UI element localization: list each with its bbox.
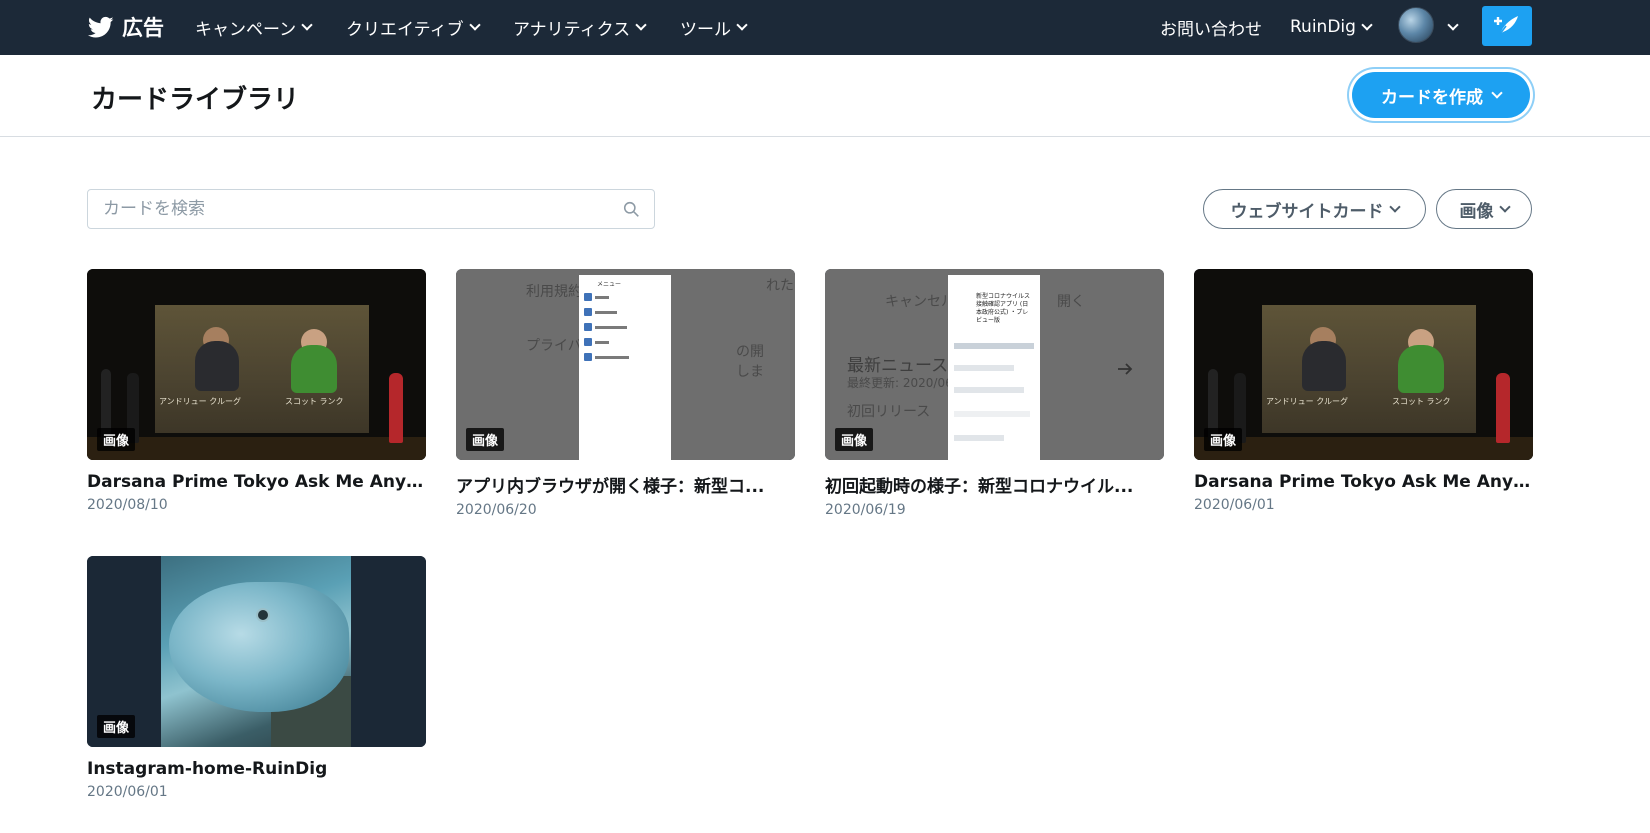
chevron-down-icon [1491, 87, 1503, 99]
feather-compose-icon [1494, 16, 1518, 35]
card-thumbnail[interactable]: 利用規約 プライバ れた の開 しま メニュー 画像 [456, 269, 795, 460]
avatar-menu-toggle[interactable] [1442, 13, 1459, 41]
thumb-caption: スコット ランク [1392, 397, 1451, 406]
nav-analytics[interactable]: アナリティクス [513, 13, 647, 41]
thumb-caption: 最終更新: 2020/06/ [847, 376, 957, 390]
media-type-badge: 画像 [466, 428, 505, 451]
contact-link[interactable]: お問い合わせ [1160, 13, 1262, 41]
thumb-caption: の開 [736, 344, 764, 360]
card-thumbnail[interactable]: アンドリュー クルーグ スコット ランク 画像 [1194, 269, 1533, 460]
card-date: 2020/06/20 [456, 502, 537, 518]
chevron-down-icon [635, 19, 647, 31]
chevron-down-icon [1361, 19, 1373, 31]
media-type-badge: 画像 [1204, 428, 1243, 451]
thumb-caption: 利用規約 [526, 284, 582, 300]
create-card-label: カードを作成 [1381, 87, 1483, 108]
card-search [87, 189, 655, 229]
media-type-filter[interactable]: 画像 [1436, 189, 1532, 229]
nav-campaigns[interactable]: キャンペーン [195, 13, 313, 41]
thumb-caption: メニュー [597, 281, 622, 288]
thumb-caption: 最新ニュース [847, 356, 949, 376]
thumb-caption: 初回リリース [847, 404, 931, 420]
chevron-down-icon [1447, 19, 1459, 31]
compose-button[interactable] [1482, 6, 1532, 46]
card-thumbnail[interactable]: 画像 [87, 556, 426, 747]
card-thumbnail[interactable]: アンドリュー クルーグ スコット ランク 画像 [87, 269, 426, 460]
thumb-caption: アンドリュー クルーグ [1266, 397, 1348, 406]
media-type-badge: 画像 [97, 428, 136, 451]
thumb-caption: 開く [1057, 294, 1085, 310]
thumb-caption: 新型コロナウイルス接触確認アプリ (日本政府公式) ・プレビュー版 [976, 293, 1031, 324]
account-name: RuinDig [1290, 17, 1356, 37]
search-input[interactable] [88, 190, 608, 228]
media-type-badge: 画像 [835, 428, 874, 451]
thumb-caption: れた [766, 278, 794, 294]
card-type-filter-label: ウェブサイトカード [1230, 201, 1384, 222]
page-title: カードライブラリ [91, 85, 300, 115]
nav-campaigns-label: キャンペーン [195, 19, 297, 40]
nav-creatives[interactable]: クリエイティブ [346, 13, 481, 41]
thumb-caption: キャンセル [885, 294, 955, 310]
brand-label: 広告 [122, 16, 164, 40]
card-title[interactable]: Darsana Prime Tokyo Ask Me Anything [1194, 472, 1533, 492]
card-item[interactable]: アンドリュー クルーグ スコット ランク 画像 Darsana Prime To… [87, 269, 426, 513]
avatar[interactable] [1398, 7, 1434, 43]
media-type-filter-label: 画像 [1459, 201, 1494, 222]
top-nav: 広告 キャンペーン クリエイティブ アナリティクス ツール お問い合わせ Rui… [0, 0, 1650, 55]
chevron-down-icon [1388, 201, 1401, 213]
search-icon[interactable] [623, 201, 640, 218]
stage-photo: アンドリュー クルーグ スコット ランク [1194, 269, 1533, 460]
nav-analytics-label: アナリティクス [513, 19, 631, 40]
media-type-badge: 画像 [97, 715, 136, 738]
nav-creatives-label: クリエイティブ [346, 19, 464, 40]
card-title[interactable]: アプリ内ブラウザが開く様子：新型コ... [456, 472, 795, 497]
card-item[interactable]: 利用規約 プライバ れた の開 しま メニュー 画像 アプリ内ブラウザが開く様子… [456, 269, 795, 518]
contact-label: お問い合わせ [1160, 19, 1262, 40]
thumb-caption: アンドリュー クルーグ [159, 397, 241, 406]
nav-tools[interactable]: ツール [680, 13, 748, 41]
chevron-down-icon [1498, 201, 1511, 213]
fish-photo [87, 556, 426, 747]
brand-logo[interactable]: 広告 [86, 12, 164, 42]
card-item[interactable]: アンドリュー クルーグ スコット ランク 画像 Darsana Prime To… [1194, 269, 1533, 513]
thumb-caption: スコット ランク [285, 397, 344, 406]
card-date: 2020/08/10 [87, 497, 168, 513]
card-title[interactable]: Darsana Prime Tokyo Ask Me Anythin... [87, 472, 426, 492]
card-date: 2020/06/01 [1194, 497, 1275, 513]
app-screenshot: キャンセル 開く 最新ニュース 最終更新: 2020/06/ 初回リリース 新型… [825, 269, 1164, 460]
card-thumbnail[interactable]: キャンセル 開く 最新ニュース 最終更新: 2020/06/ 初回リリース 新型… [825, 269, 1164, 460]
arrow-right-icon [1118, 363, 1133, 375]
account-menu[interactable]: RuinDig [1290, 13, 1373, 41]
app-screenshot: 利用規約 プライバ れた の開 しま メニュー [456, 269, 795, 460]
chevron-down-icon [301, 19, 313, 31]
chevron-down-icon [736, 19, 748, 31]
stage-photo: アンドリュー クルーグ スコット ランク [87, 269, 426, 460]
card-type-filter[interactable]: ウェブサイトカード [1203, 189, 1426, 229]
card-title[interactable]: Instagram-home-RuinDig [87, 759, 426, 779]
card-item[interactable]: 画像 Instagram-home-RuinDig 2020/06/01 [87, 556, 426, 800]
twitter-bird-icon [87, 16, 114, 38]
card-date: 2020/06/01 [87, 784, 168, 800]
thumb-caption: しま [736, 364, 764, 380]
chevron-down-icon [468, 19, 481, 31]
nav-tools-label: ツール [680, 19, 731, 40]
card-date: 2020/06/19 [825, 502, 906, 518]
create-card-button[interactable]: カードを作成 [1352, 72, 1530, 118]
thumb-caption: プライバ [526, 338, 582, 354]
page-header: カードライブラリ カードを作成 [0, 55, 1650, 137]
card-title[interactable]: 初回起動時の様子：新型コロナウイル... [825, 472, 1164, 497]
card-item[interactable]: キャンセル 開く 最新ニュース 最終更新: 2020/06/ 初回リリース 新型… [825, 269, 1164, 518]
